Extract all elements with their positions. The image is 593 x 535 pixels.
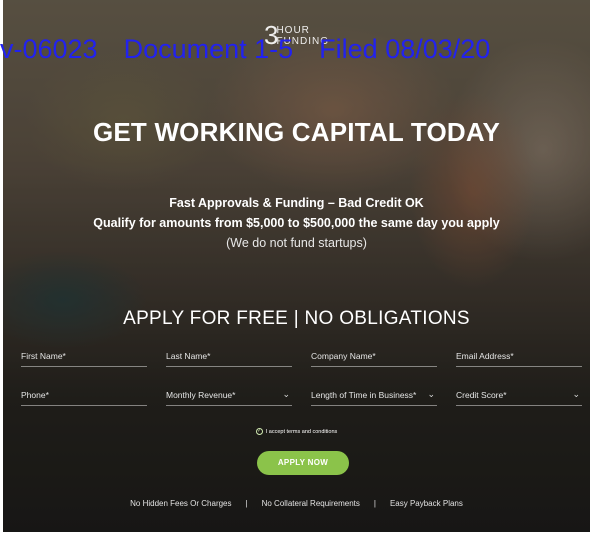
terms-checkbox-row[interactable]: ✓ I accept terms and conditions: [3, 428, 590, 435]
phone-placeholder: Phone*: [21, 390, 49, 400]
chevron-down-icon: ⌄: [282, 389, 290, 399]
stamp-document: Document 1-5: [123, 34, 294, 64]
stamp-filed-date: Filed 08/03/20: [319, 34, 491, 64]
company-name-placeholder: Company Name*: [311, 351, 376, 361]
time-in-business-select[interactable]: Length of Time in Business* ⌄: [311, 387, 437, 406]
court-filing-stamp: v-06023 Document 1-5 Filed 08/03/20: [0, 34, 490, 65]
time-in-business-placeholder: Length of Time in Business*: [311, 390, 417, 400]
chevron-down-icon: ⌄: [427, 389, 435, 399]
apply-now-button[interactable]: APPLY NOW: [257, 451, 349, 475]
subheadline-approvals: Fast Approvals & Funding – Bad Credit OK: [169, 196, 424, 210]
form-title: APPLY FOR FREE | NO OBLIGATIONS: [123, 308, 470, 329]
check-circle-icon[interactable]: ✓: [255, 428, 263, 435]
last-name-field[interactable]: Last Name*: [166, 348, 292, 367]
terms-label: I accept terms and conditions: [265, 428, 338, 435]
subheadline-startups: (We do not fund startups): [226, 236, 367, 250]
monthly-revenue-select[interactable]: Monthly Revenue* ⌄: [166, 387, 292, 406]
page-headline: GET WORKING CAPITAL TODAY: [92, 117, 501, 147]
last-name-placeholder: Last Name*: [166, 351, 211, 361]
feature-easy-payback: Easy Payback Plans: [389, 499, 463, 508]
company-name-field[interactable]: Company Name*: [311, 348, 437, 367]
feature-no-hidden-fees: No Hidden Fees Or Charges: [130, 499, 232, 508]
first-name-placeholder: First Name*: [21, 351, 66, 361]
feature-separator: |: [373, 499, 376, 508]
hero-background: 3HOUR FUNDING GET WORKING CAPITAL TODAY F…: [3, 0, 590, 532]
email-field[interactable]: Email Address*: [456, 348, 582, 367]
credit-score-select[interactable]: Credit Score* ⌄: [456, 387, 582, 406]
monthly-revenue-placeholder: Monthly Revenue*: [166, 390, 236, 400]
feature-no-collateral: No Collateral Requirements: [261, 499, 360, 508]
feature-separator: |: [245, 499, 248, 508]
first-name-field[interactable]: First Name*: [21, 348, 147, 367]
features-row: No Hidden Fees Or Charges | No Collateral …: [3, 499, 590, 508]
credit-score-placeholder: Credit Score*: [456, 390, 507, 400]
chevron-down-icon: ⌄: [572, 389, 580, 399]
email-placeholder: Email Address*: [456, 351, 514, 361]
phone-field[interactable]: Phone*: [21, 387, 147, 406]
subheadline-amounts: Qualify for amounts from $5,000 to $500,…: [93, 216, 500, 230]
stamp-case-number: v-06023: [0, 34, 98, 64]
